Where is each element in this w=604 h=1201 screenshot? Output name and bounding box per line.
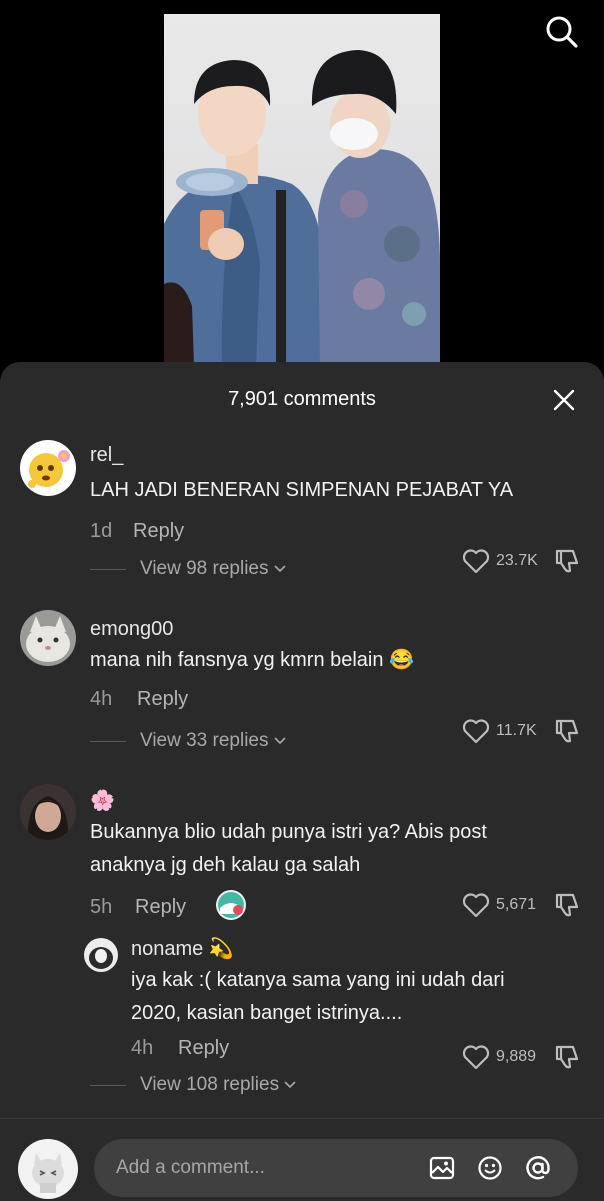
avatar[interactable] bbox=[20, 610, 76, 666]
comment-time: 5h bbox=[90, 896, 113, 918]
view-replies-button[interactable]: View 108 replies bbox=[90, 1074, 296, 1096]
view-replies-button[interactable]: View 98 replies bbox=[90, 558, 286, 580]
view-replies-label: View 108 replies bbox=[140, 1074, 280, 1095]
like-count: 9,889 bbox=[496, 1048, 537, 1065]
reply-button[interactable]: Reply bbox=[135, 896, 186, 919]
comment-time: 1d bbox=[90, 520, 113, 542]
divider bbox=[90, 740, 126, 742]
avatar[interactable] bbox=[20, 784, 76, 840]
close-icon bbox=[553, 389, 575, 411]
reply-time: 4h bbox=[131, 1037, 154, 1059]
comment-time: 4h bbox=[90, 688, 113, 710]
comment-text-line-2: anaknya jg deh kalau ga salah bbox=[90, 854, 361, 876]
comment-input[interactable] bbox=[114, 1156, 418, 1180]
thumbs-down-icon bbox=[555, 549, 579, 573]
like-button[interactable]: 9,889 bbox=[462, 1044, 536, 1070]
reply-button[interactable]: Reply bbox=[137, 688, 188, 711]
my-avatar[interactable] bbox=[18, 1139, 78, 1199]
like-button[interactable]: 23.7K bbox=[462, 548, 538, 574]
thumbs-down-icon bbox=[555, 1045, 579, 1069]
dislike-button[interactable] bbox=[552, 890, 582, 920]
close-button[interactable] bbox=[546, 382, 582, 418]
heart-outline-icon bbox=[462, 893, 490, 918]
avatar[interactable] bbox=[20, 440, 76, 496]
view-replies-label: View 33 replies bbox=[140, 730, 269, 751]
comment-text: LAH JADI BENERAN SIMPENAN PEJABAT YA bbox=[90, 479, 514, 501]
heart-outline-icon bbox=[462, 1045, 490, 1070]
divider bbox=[90, 568, 126, 570]
emoji-button[interactable] bbox=[474, 1152, 506, 1184]
comment-input-bar bbox=[0, 1118, 604, 1201]
reply-button[interactable]: Reply bbox=[133, 520, 184, 543]
chevron-down-icon bbox=[273, 737, 286, 745]
like-count: 5,671 bbox=[496, 896, 537, 913]
dislike-button[interactable] bbox=[552, 1042, 582, 1072]
comment-username[interactable]: rel_ bbox=[90, 444, 123, 467]
comment-username[interactable]: emong00 bbox=[90, 618, 173, 641]
like-button[interactable]: 5,671 bbox=[462, 892, 536, 918]
reply-username[interactable]: noname 💫 bbox=[131, 936, 234, 961]
comment-text-line-1: Bukannya blio udah punya istri ya? Abis … bbox=[90, 821, 487, 843]
reply-avatar[interactable] bbox=[84, 938, 118, 972]
view-replies-label: View 98 replies bbox=[140, 558, 269, 579]
comments-count-title: 7,901 comments bbox=[228, 388, 376, 410]
image-button[interactable] bbox=[426, 1152, 458, 1184]
like-count: 23.7K bbox=[496, 552, 538, 569]
reaction-avatar[interactable] bbox=[216, 890, 246, 920]
heart-outline-icon bbox=[462, 719, 490, 744]
divider bbox=[90, 1084, 126, 1086]
mention-button[interactable] bbox=[522, 1152, 554, 1184]
image-icon bbox=[429, 1156, 455, 1180]
reply-text-line-1: iya kak :( katanya sama yang ini udah da… bbox=[131, 969, 505, 991]
reply-button[interactable]: Reply bbox=[178, 1037, 229, 1060]
dislike-button[interactable] bbox=[552, 716, 582, 746]
view-replies-button[interactable]: View 33 replies bbox=[90, 730, 286, 752]
like-button[interactable]: 11.7K bbox=[462, 718, 537, 744]
search-button[interactable] bbox=[540, 10, 584, 54]
thumbs-down-icon bbox=[555, 719, 579, 743]
comment-text: mana nih fansnya yg kmrn belain 😂 bbox=[90, 649, 414, 671]
at-sign-icon bbox=[526, 1156, 550, 1180]
comment-username[interactable]: 🌸 bbox=[90, 788, 115, 813]
like-count: 11.7K bbox=[496, 722, 537, 739]
reply-text-line-2: 2020, kasian banget istrinya.... bbox=[131, 1002, 403, 1024]
comment-input-container[interactable] bbox=[94, 1139, 578, 1197]
chevron-down-icon bbox=[273, 565, 286, 573]
comments-sheet: 7,901 comments rel_ LAH JADI BENERAN SIM… bbox=[0, 362, 604, 1200]
chevron-down-icon bbox=[284, 1081, 296, 1089]
search-icon bbox=[546, 16, 578, 48]
video-player[interactable] bbox=[0, 0, 604, 380]
thumbs-down-icon bbox=[555, 893, 579, 917]
heart-outline-icon bbox=[462, 549, 490, 574]
dislike-button[interactable] bbox=[552, 546, 582, 576]
emoji-icon bbox=[478, 1156, 502, 1180]
video-thumbnail bbox=[164, 14, 440, 366]
